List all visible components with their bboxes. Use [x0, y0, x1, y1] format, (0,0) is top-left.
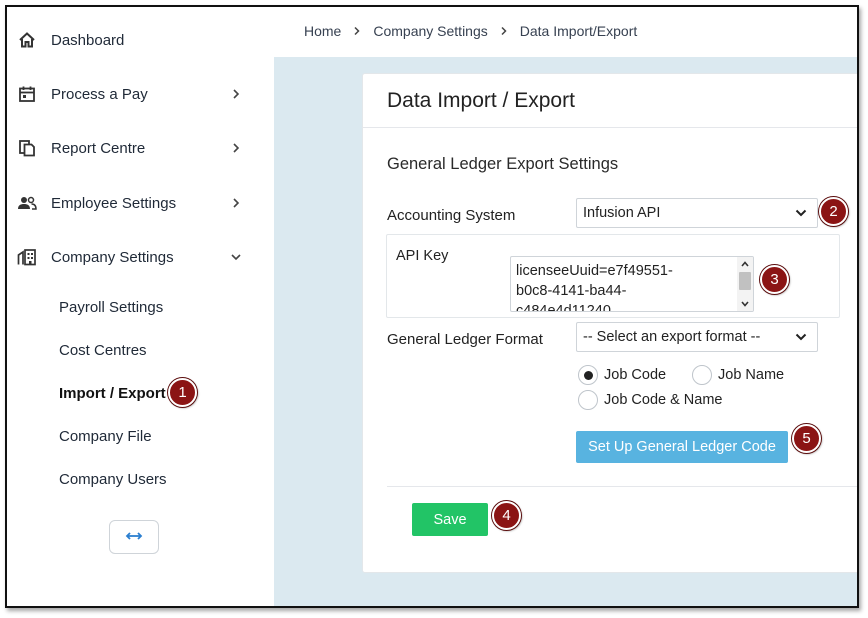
annotation-marker-1: 1: [168, 378, 197, 407]
accounting-system-label: Accounting System: [387, 207, 516, 224]
annotation-marker-4: 4: [492, 501, 521, 530]
sidebar-collapse-button[interactable]: [109, 520, 159, 554]
accounting-system-select[interactable]: Infusion API: [576, 198, 818, 228]
gl-format-label: General Ledger Format: [387, 331, 543, 348]
gl-format-value: -- Select an export format --: [583, 329, 761, 345]
chevron-down-icon: [229, 250, 243, 264]
top-bar: Home Company Settings Data Import/Export: [274, 7, 857, 57]
sidebar-item-label: Process a Pay: [51, 85, 148, 103]
sidebar-subitem-import-export[interactable]: Import / Export: [59, 385, 166, 402]
sidebar-subitem-company-file[interactable]: Company File: [59, 428, 152, 445]
radio-job-code[interactable]: Job Code: [578, 365, 666, 385]
section-title: General Ledger Export Settings: [387, 155, 619, 173]
radio-button[interactable]: [578, 390, 598, 410]
scroll-down-arrow-icon[interactable]: [740, 300, 750, 308]
api-key-line: c484e4d11240: [516, 303, 611, 312]
radio-button[interactable]: [578, 365, 598, 385]
chevron-right-icon: [353, 26, 361, 36]
annotation-marker-5: 5: [792, 424, 821, 453]
chevron-right-icon: [229, 141, 243, 155]
annotation-marker-3: 3: [760, 265, 789, 294]
documents-icon: [15, 136, 39, 160]
scrollbar-thumb[interactable]: [739, 272, 751, 290]
sidebar-subitem-payroll-settings[interactable]: Payroll Settings: [59, 299, 163, 316]
divider: [387, 486, 857, 487]
import-export-card: Data Import / Export General Ledger Expo…: [362, 73, 857, 573]
breadcrumb-company-settings[interactable]: Company Settings: [373, 23, 487, 39]
building-icon: [15, 245, 39, 269]
accounting-system-value: Infusion API: [583, 205, 661, 221]
breadcrumb-current-page: Data Import/Export: [519, 23, 638, 39]
app-window: Dashboard Process a Pay Report Centre Em…: [5, 5, 859, 608]
sidebar-item-label: Company Settings: [51, 248, 174, 266]
radio-button[interactable]: [692, 365, 712, 385]
setup-ledger-code-button[interactable]: Set Up General Ledger Code: [576, 431, 788, 463]
sidebar-item-dashboard[interactable]: Dashboard: [7, 20, 274, 60]
textarea-scrollbar[interactable]: [737, 257, 753, 311]
sidebar-subitem-company-users[interactable]: Company Users: [59, 471, 167, 488]
api-key-label: API Key: [396, 248, 449, 264]
sidebar: Dashboard Process a Pay Report Centre Em…: [7, 7, 274, 606]
save-button[interactable]: Save: [412, 503, 488, 536]
radio-label: Job Name: [718, 367, 785, 383]
api-key-line: licenseeUuid=e7f49551-: [516, 263, 673, 279]
annotation-marker-2: 2: [819, 197, 848, 226]
sidebar-item-label: Dashboard: [51, 31, 125, 49]
api-key-line: b0c8-4141-ba44-: [516, 283, 627, 299]
sidebar-item-employee-settings[interactable]: Employee Settings: [7, 183, 274, 223]
radio-label: Job Code & Name: [604, 392, 723, 408]
gl-format-select[interactable]: -- Select an export format --: [576, 322, 818, 352]
api-key-textarea[interactable]: licenseeUuid=e7f49551- b0c8-4141-ba44- c…: [510, 256, 754, 312]
chevron-right-icon: [229, 196, 243, 210]
chevron-down-icon: [795, 209, 807, 217]
sidebar-item-label: Report Centre: [51, 139, 146, 157]
calendar-icon: [15, 82, 39, 106]
page-title: Data Import / Export: [387, 89, 575, 112]
home-icon: [15, 28, 39, 52]
scroll-up-arrow-icon[interactable]: [740, 260, 750, 268]
card-header: Data Import / Export: [363, 74, 857, 128]
breadcrumb: Home Company Settings Data Import/Export: [304, 23, 637, 39]
sidebar-subitem-cost-centres[interactable]: Cost Centres: [59, 342, 147, 359]
people-icon: [15, 191, 39, 215]
sidebar-item-company-settings[interactable]: Company Settings: [7, 237, 274, 277]
radio-job-code-and-name[interactable]: Job Code & Name: [578, 390, 722, 410]
breadcrumb-home[interactable]: Home: [304, 23, 341, 39]
sidebar-item-process-a-pay[interactable]: Process a Pay: [7, 74, 274, 114]
sidebar-item-report-centre[interactable]: Report Centre: [7, 128, 274, 168]
chevron-right-icon: [500, 26, 508, 36]
chevron-down-icon: [795, 333, 807, 341]
double-arrow-icon: [125, 528, 143, 546]
chevron-right-icon: [229, 87, 243, 101]
sidebar-item-label: Employee Settings: [51, 194, 177, 212]
radio-job-name[interactable]: Job Name: [692, 365, 784, 385]
radio-label: Job Code: [604, 367, 667, 383]
